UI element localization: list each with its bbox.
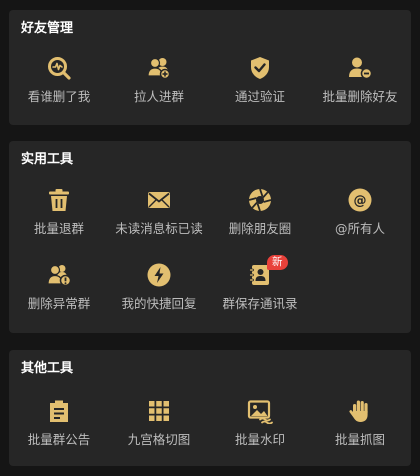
batch-group-notice-button[interactable]: 批量群公告	[9, 398, 109, 458]
batch-watermark-label: 批量水印	[234, 432, 285, 447]
add-user-icon	[146, 55, 172, 81]
image-watermark-icon	[247, 398, 273, 424]
at-everyone-button[interactable]: @ @所有人	[310, 187, 410, 247]
delete-abnormal-groups-label: 删除异常群	[27, 296, 91, 311]
nine-grid-cut-label: 九宫格切图	[127, 432, 191, 447]
save-group-to-contacts-button[interactable]: 新 群保存通讯录	[210, 255, 310, 322]
delete-moments-button[interactable]: 删除朋友圈	[210, 187, 310, 247]
at-everyone-label: @所有人	[334, 221, 385, 236]
lightning-icon	[146, 262, 172, 288]
delete-abnormal-groups-button[interactable]: 删除异常群	[9, 262, 109, 322]
new-badge: 新	[267, 255, 288, 270]
shield-check-icon	[247, 55, 273, 81]
batch-grab-images-button[interactable]: 批量抓图	[310, 398, 410, 458]
batch-group-notice-label: 批量群公告	[27, 432, 91, 447]
practical-tools-card: 实用工具 批量退群 未读消息标已读 删除朋友圈 @ @所有人 删除异常群 我的快…	[9, 141, 411, 333]
at-sign-icon: @	[347, 187, 373, 213]
batch-quit-groups-button[interactable]: 批量退群	[9, 187, 109, 247]
pass-verification-label: 通过验证	[234, 89, 285, 104]
svg-text:@: @	[354, 194, 367, 209]
grid-icon	[146, 398, 172, 424]
section-title-practical-tools: 实用工具	[21, 152, 74, 167]
other-tools-card: 其他工具 批量群公告 九宫格切图 批量水印 批量抓图	[9, 350, 411, 466]
save-group-to-contacts-label: 群保存通讯录	[222, 296, 298, 311]
batch-grab-images-label: 批量抓图	[334, 432, 385, 447]
envelope-icon	[146, 187, 172, 213]
magnifier-pulse-icon	[46, 55, 72, 81]
mark-unread-as-read-label: 未读消息标已读	[115, 221, 203, 236]
batch-delete-friends-button[interactable]: 批量删除好友	[310, 55, 410, 115]
delete-moments-label: 删除朋友圈	[228, 221, 292, 236]
pull-into-group-button[interactable]: 拉人进群	[109, 55, 209, 115]
quick-reply-label: 我的快捷回复	[121, 296, 197, 311]
mark-unread-as-read-button[interactable]: 未读消息标已读	[109, 187, 209, 247]
section-title-friend-management: 好友管理	[21, 21, 74, 36]
aperture-icon	[247, 187, 273, 213]
group-alert-icon	[46, 262, 72, 288]
quick-reply-button[interactable]: 我的快捷回复	[109, 262, 209, 322]
who-deleted-me-button[interactable]: 看谁删了我	[9, 55, 109, 115]
pull-into-group-label: 拉人进群	[133, 89, 184, 104]
pass-verification-button[interactable]: 通过验证	[210, 55, 310, 115]
section-title-other-tools: 其他工具	[21, 361, 74, 376]
batch-watermark-button[interactable]: 批量水印	[210, 398, 310, 458]
hand-grab-icon	[347, 398, 373, 424]
batch-delete-friends-label: 批量删除好友	[322, 89, 398, 104]
notice-board-icon	[46, 398, 72, 424]
remove-user-icon	[347, 55, 373, 81]
trash-icon	[46, 187, 72, 213]
friend-management-card: 好友管理 看谁删了我 拉人进群 通过验证 批量删除好友	[9, 10, 411, 125]
nine-grid-cut-button[interactable]: 九宫格切图	[109, 398, 209, 458]
batch-quit-groups-label: 批量退群	[33, 221, 84, 236]
who-deleted-me-label: 看谁删了我	[27, 89, 91, 104]
